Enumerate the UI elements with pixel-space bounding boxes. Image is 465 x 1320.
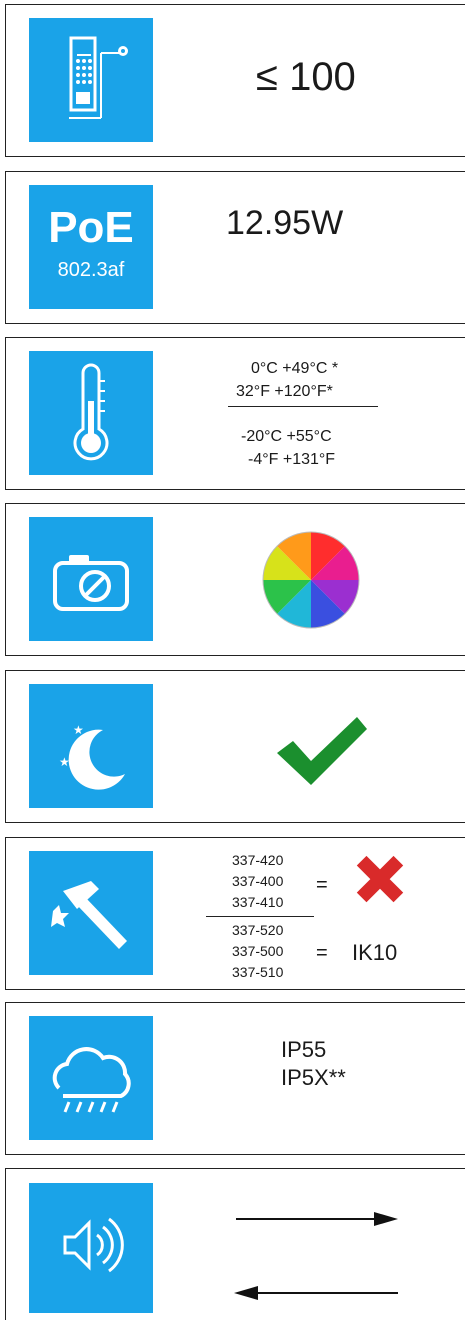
ip-rating-secondary: IP5X** [281,1065,346,1090]
spec-row-night-vision: ★ ★ ★ [5,670,465,823]
spec-row-audio [5,1168,465,1320]
spec-row-camera [5,503,465,656]
poe-title: PoE [48,203,134,252]
model-number: 337-500 [232,943,284,959]
model-number: 337-510 [232,964,284,980]
two-way-arrows-icon [234,1212,398,1300]
svg-text:★: ★ [73,723,84,737]
impact-rating: IK10 [352,940,398,965]
operating-temp-celsius: 0°C +49°C * [251,360,339,377]
model-divider [206,916,314,917]
storage-temp-celsius: -20°C +55°C [241,428,332,445]
spec-row-vandal-resistance: 337-420 337-400 337-410 = 337-520 337-50… [5,837,465,990]
speaker-icon [29,1183,153,1313]
thermometer-icon [29,351,153,475]
capacity-value: ≤ 100 [256,55,356,99]
spec-row-weather: IP55 IP5X** [5,1002,465,1155]
svg-text:★: ★ [59,755,70,769]
poe-icon: PoE 802.3af [29,185,153,309]
model-number: 337-420 [232,852,284,868]
spec-row-power: PoE 802.3af 12.95W [5,171,465,324]
spec-row-capacity: ≤ 100 [5,4,465,157]
poe-standard: 802.3af [57,259,125,281]
cross-icon [356,855,404,903]
spec-row-temperature: 0°C +49°C * 32°F +120°F* -20°C +55°C -4°… [5,337,465,490]
camera-icon [29,517,153,641]
temperature-divider [228,406,378,407]
model-number: 337-410 [232,894,284,910]
model-number: 337-400 [232,873,284,889]
equals-sign: = [316,942,328,964]
moon-stars-icon: ★ ★ ★ [29,684,153,808]
hammer-icon [29,851,153,975]
rain-cloud-icon [29,1016,153,1140]
svg-text:★: ★ [81,762,90,773]
equals-sign: = [316,874,328,896]
storage-temp-fahrenheit: -4°F +131°F [248,451,336,468]
power-value: 12.95W [226,204,344,242]
door-station-icon [29,18,153,142]
check-icon [277,717,367,785]
model-number: 337-520 [232,922,284,938]
ip-rating-primary: IP55 [281,1037,327,1062]
operating-temp-fahrenheit: 32°F +120°F* [236,383,333,400]
color-wheel-icon [262,531,360,629]
